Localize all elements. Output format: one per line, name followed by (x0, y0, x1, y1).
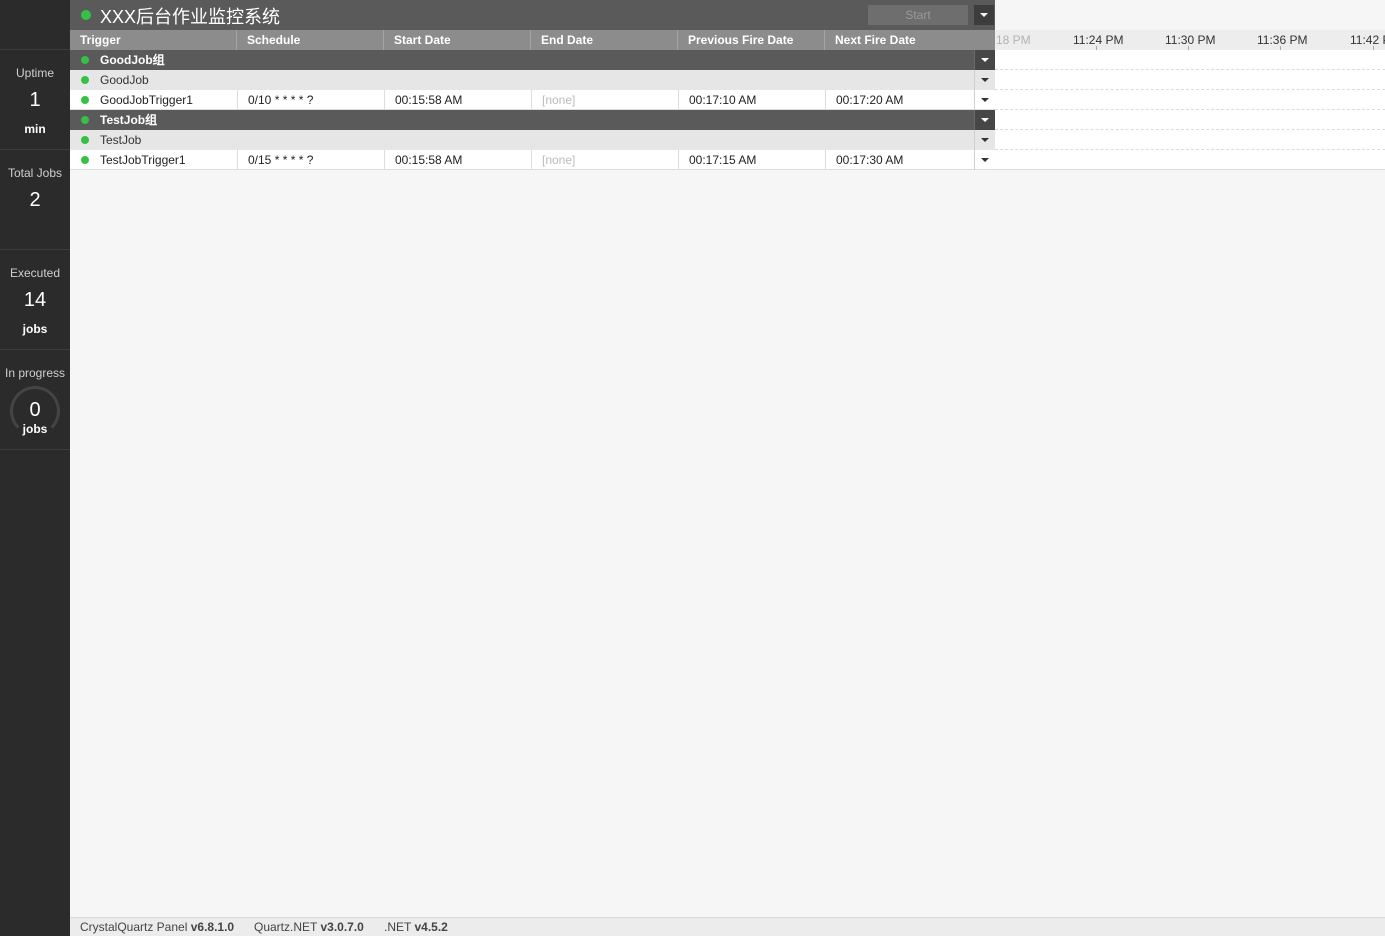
timeline-tick: 18 PM (996, 33, 1031, 47)
executed-label: Executed (9, 266, 61, 280)
uptime-label: Uptime (15, 66, 54, 80)
column-previous-fire-date: Previous Fire Date (678, 30, 825, 50)
footer-panel-version: CrystalQuartz Panel v6.8.1.0 (80, 920, 235, 934)
executed-value: 14 (23, 289, 47, 311)
executed-unit: jobs (22, 322, 48, 336)
trigger-next-fire-date: 00:17:20 AM (825, 90, 974, 110)
trigger-previous-fire-date: 00:17:15 AM (678, 150, 825, 170)
timeline-tick: 11:24 PM (1073, 33, 1124, 47)
column-end-date: End Date (531, 30, 678, 50)
trigger-name: TestJobTrigger1 (100, 153, 186, 167)
timeline-header: 18 PM 11:24 PM 11:30 PM 11:36 PM 11:42 P… (995, 30, 1385, 50)
uptime-value: 1 (29, 89, 41, 111)
timeline-row (995, 50, 1385, 70)
trigger-schedule: 0/10 * * * * ? (237, 90, 384, 110)
job-actions-dropdown[interactable] (974, 130, 995, 150)
chevron-down-icon (981, 118, 989, 122)
column-headers: Trigger Schedule Start Date End Date Pre… (70, 30, 995, 50)
trigger-actions-dropdown[interactable] (974, 90, 995, 110)
job-status-dot (81, 136, 89, 144)
job-actions-dropdown[interactable] (974, 70, 995, 90)
trigger-row[interactable]: GoodJobTrigger1 0/10 * * * * ? 00:15:58 … (70, 90, 995, 110)
group-row[interactable]: GoodJob组 (70, 50, 995, 70)
trigger-next-fire-date: 00:17:30 AM (825, 150, 974, 170)
app-header: XXX后台作业监控系统 Start (70, 0, 995, 30)
scheduler-status-dot (81, 10, 91, 20)
trigger-actions-dropdown[interactable] (974, 150, 995, 170)
total-jobs-stat: Total Jobs 2 (0, 150, 70, 250)
chevron-down-icon (980, 13, 988, 17)
scheduler-actions-dropdown[interactable] (974, 5, 994, 25)
total-jobs-value: 2 (29, 189, 41, 211)
trigger-name: GoodJobTrigger1 (100, 93, 193, 107)
footer-quartz-version: Quartz.NET v3.0.7.0 (254, 920, 364, 934)
chevron-down-icon (981, 78, 989, 82)
timeline-tick: 11:42 PM (1350, 33, 1385, 47)
trigger-start-date: 00:15:58 AM (384, 90, 531, 110)
timeline-row (995, 90, 1385, 110)
trigger-end-date: [none] (531, 90, 678, 110)
group-status-dot (81, 56, 89, 64)
job-row[interactable]: GoodJob (70, 70, 995, 90)
chevron-down-icon (981, 158, 989, 162)
trigger-start-date: 00:15:58 AM (384, 150, 531, 170)
job-name: GoodJob (100, 73, 149, 87)
timeline-row (995, 150, 1385, 170)
in-progress-value: 0 (29, 399, 41, 421)
in-progress-label: In progress (4, 366, 66, 380)
in-progress-unit: jobs (22, 422, 48, 436)
trigger-end-date: [none] (531, 150, 678, 170)
chevron-down-icon (981, 138, 989, 142)
timeline-row (995, 70, 1385, 90)
chevron-down-icon (981, 98, 989, 102)
job-name: TestJob (100, 133, 142, 147)
column-trigger: Trigger (70, 30, 237, 50)
total-jobs-label: Total Jobs (7, 166, 63, 180)
in-progress-stat: In progress 0 jobs (0, 350, 70, 450)
group-name: TestJob组 (100, 113, 158, 127)
executed-stat: Executed 14 jobs (0, 250, 70, 350)
timeline-tick: 11:30 PM (1165, 33, 1216, 47)
chevron-down-icon (981, 58, 989, 62)
trigger-status-dot (81, 156, 89, 164)
group-actions-dropdown[interactable] (974, 110, 995, 130)
column-schedule: Schedule (237, 30, 384, 50)
trigger-schedule: 0/15 * * * * ? (237, 150, 384, 170)
trigger-status-dot (81, 96, 89, 104)
group-row[interactable]: TestJob组 (70, 110, 995, 130)
job-row[interactable]: TestJob (70, 130, 995, 150)
job-status-dot (81, 76, 89, 84)
timeline-row (995, 110, 1385, 130)
app-title: XXX后台作业监控系统 (100, 7, 281, 27)
group-name: GoodJob组 (100, 53, 165, 67)
trigger-row[interactable]: TestJobTrigger1 0/15 * * * * ? 00:15:58 … (70, 150, 995, 170)
footer-net-version: .NET v4.5.2 (384, 920, 448, 934)
timeline-row (995, 130, 1385, 150)
group-actions-dropdown[interactable] (974, 50, 995, 70)
sidebar-top (0, 0, 70, 50)
column-start-date: Start Date (384, 30, 531, 50)
timeline-tick: 11:36 PM (1257, 33, 1308, 47)
uptime-stat: Uptime 1 min (0, 50, 70, 150)
start-button[interactable]: Start (868, 5, 968, 25)
column-next-fire-date: Next Fire Date (835, 33, 916, 47)
footer: CrystalQuartz Panel v6.8.1.0 Quartz.NET … (70, 917, 1385, 936)
uptime-unit: min (24, 122, 46, 136)
sidebar: Uptime 1 min Total Jobs 2 Executed 14 jo… (0, 0, 70, 936)
group-status-dot (81, 116, 89, 124)
trigger-previous-fire-date: 00:17:10 AM (678, 90, 825, 110)
